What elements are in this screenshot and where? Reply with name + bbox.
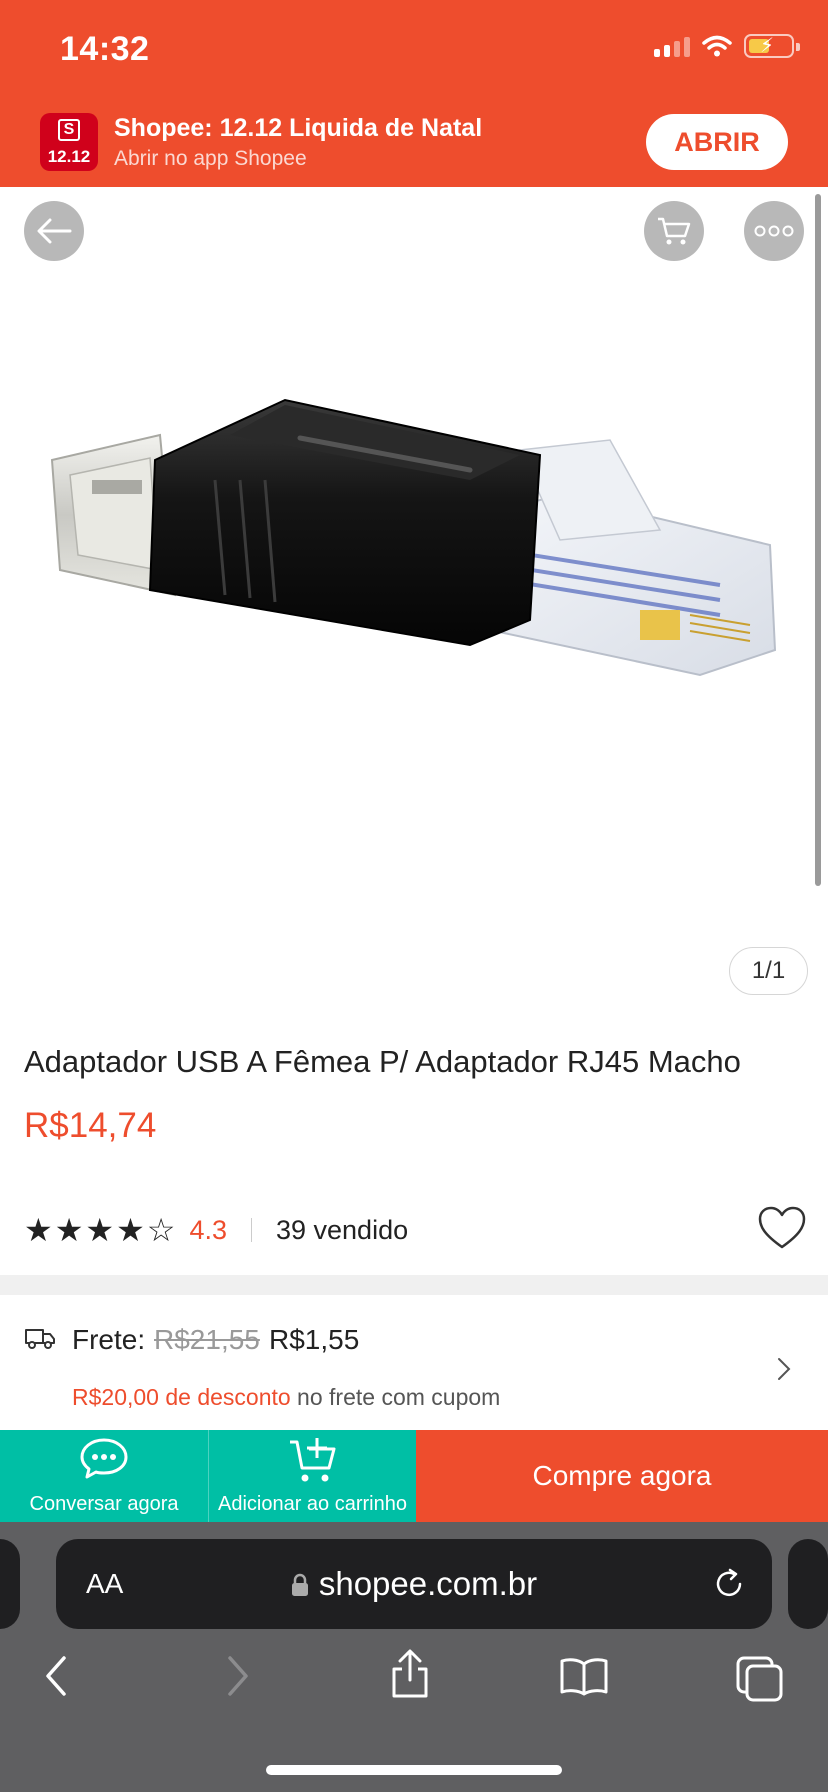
cart-icon bbox=[658, 217, 691, 245]
app-banner: 14:32 ⚡ S 12.12 Shopee: 12.12 Liquida de… bbox=[0, 0, 828, 187]
buy-now-button[interactable]: Compre agora bbox=[416, 1430, 828, 1522]
chat-now-label: Conversar agora bbox=[29, 1493, 179, 1515]
cart-button[interactable] bbox=[644, 201, 704, 261]
status-time: 14:32 bbox=[60, 30, 150, 68]
favorite-heart-icon[interactable] bbox=[757, 1205, 807, 1251]
rating-star-icon: ★ bbox=[116, 1212, 145, 1248]
truck-icon bbox=[25, 1329, 55, 1349]
discount-amount: R$20,00 de desconto bbox=[72, 1384, 291, 1410]
divider bbox=[250, 1218, 252, 1242]
shipping-discount-note: R$20,00 de desconto no frete com cupom bbox=[72, 1384, 500, 1411]
status-icons: ⚡ bbox=[654, 34, 800, 58]
rating-star-icon: ★ bbox=[85, 1212, 115, 1248]
rating-star-icon: ★ bbox=[24, 1212, 53, 1248]
shipping-new-price: R$1,55 bbox=[269, 1324, 360, 1355]
wifi-icon bbox=[702, 35, 732, 57]
cellular-signal-icon bbox=[654, 35, 690, 57]
rating-star-icon: ☆ bbox=[146, 1212, 176, 1248]
banner-subtitle: Abrir no app Shopee bbox=[114, 147, 307, 170]
chat-now-button[interactable]: Conversar agora bbox=[0, 1430, 208, 1522]
chat-icon bbox=[80, 1438, 128, 1479]
rating-row[interactable]: ★ ★ ★ ★ ☆ 4.3 39 vendido bbox=[24, 1210, 408, 1250]
browser-nav bbox=[0, 1646, 828, 1716]
shopee-app-logo: S 12.12 bbox=[40, 113, 98, 171]
arrow-left-icon bbox=[37, 218, 72, 244]
shipping-label: Frete: bbox=[72, 1324, 146, 1355]
product-price: R$14,74 bbox=[24, 1106, 157, 1145]
share-icon[interactable] bbox=[388, 1648, 432, 1700]
more-icon bbox=[754, 225, 794, 237]
next-tab-preview[interactable] bbox=[788, 1539, 828, 1629]
shipping-old-price: R$21,55 bbox=[154, 1324, 260, 1355]
sold-count: 39 vendido bbox=[275, 1214, 409, 1245]
forward-nav-icon[interactable] bbox=[222, 1654, 252, 1698]
product-title: Adaptador USB A Fêmea P/ Adaptador RJ45 … bbox=[24, 1044, 741, 1079]
image-counter: 1/1 bbox=[729, 947, 808, 995]
add-to-cart-button[interactable]: Adicionar ao carrinho bbox=[208, 1430, 416, 1522]
section-divider bbox=[0, 1275, 828, 1295]
domain-text: shopee.com.br bbox=[318, 1565, 538, 1602]
product-image[interactable] bbox=[0, 330, 828, 830]
more-options-button[interactable] bbox=[744, 201, 804, 261]
rating-star-icon: ★ bbox=[54, 1212, 84, 1248]
banner-title: Shopee: 12.12 Liquida de Natal bbox=[114, 114, 483, 142]
lock-icon bbox=[291, 1573, 308, 1596]
add-to-cart-icon bbox=[289, 1438, 335, 1482]
battery-icon: ⚡ bbox=[744, 34, 800, 58]
add-to-cart-label: Adicionar ao carrinho bbox=[218, 1493, 407, 1515]
back-button[interactable] bbox=[24, 201, 84, 261]
url-display: shopee.com.br bbox=[56, 1539, 772, 1629]
rating-value: 4.3 bbox=[189, 1214, 227, 1245]
address-bar[interactable]: AA shopee.com.br bbox=[56, 1539, 772, 1629]
tabs-icon[interactable] bbox=[736, 1656, 784, 1702]
discount-text: no frete com cupom bbox=[290, 1384, 501, 1410]
chevron-right-icon[interactable] bbox=[776, 1356, 792, 1382]
reload-icon[interactable] bbox=[712, 1567, 746, 1601]
back-nav-icon[interactable] bbox=[42, 1654, 72, 1698]
action-bar: Conversar agora Adicionar ao carrinho Co… bbox=[0, 1430, 828, 1522]
previous-tab-preview[interactable] bbox=[0, 1539, 20, 1629]
rating-stars: ★ ★ ★ ★ ☆ bbox=[24, 1214, 175, 1246]
bookmarks-icon[interactable] bbox=[558, 1656, 610, 1696]
open-app-button[interactable]: ABRIR bbox=[646, 114, 788, 170]
home-indicator[interactable] bbox=[266, 1765, 562, 1775]
